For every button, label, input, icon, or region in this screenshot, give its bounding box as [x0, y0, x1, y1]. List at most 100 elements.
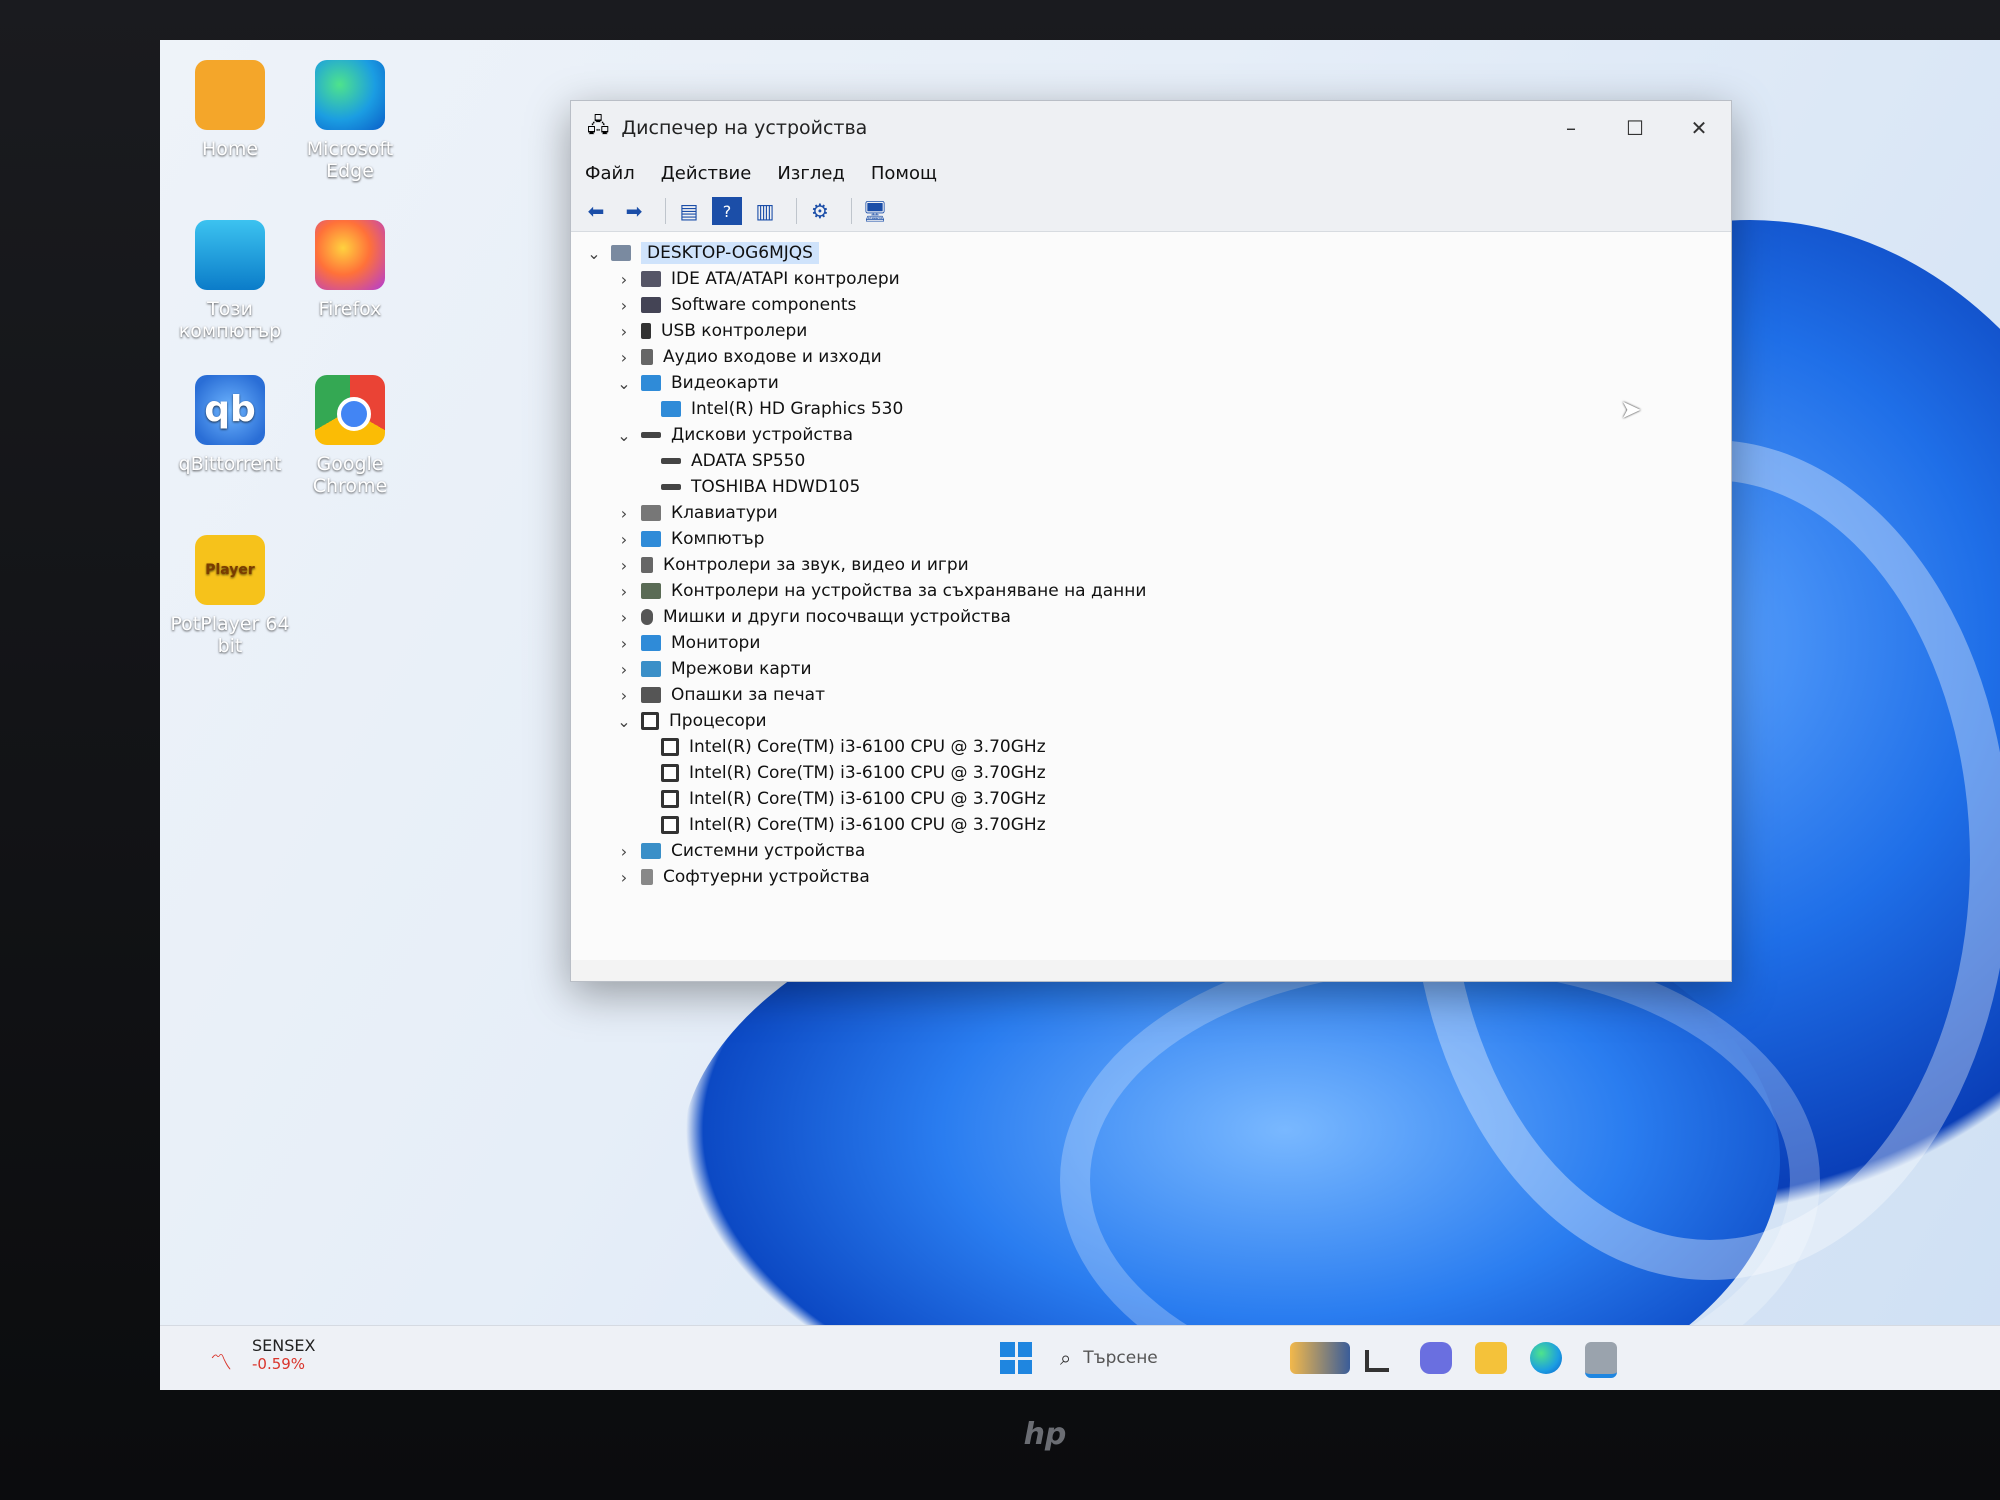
processor-icon	[661, 738, 679, 756]
tree-node[interactable]: › IDE ATA/ATAPI контролери	[585, 266, 1731, 292]
edge-icon[interactable]	[1530, 1342, 1562, 1374]
weather-icon[interactable]	[1290, 1342, 1350, 1374]
windows-logo-icon	[1000, 1359, 1015, 1374]
chevron-right-icon[interactable]: ›	[615, 608, 633, 627]
chevron-right-icon[interactable]: ›	[615, 582, 633, 601]
file-explorer-icon[interactable]	[1475, 1342, 1507, 1374]
task-view-icon[interactable]	[1365, 1350, 1389, 1372]
window-titlebar[interactable]: 🖧 Диспечер на устройства – ☐ ✕	[571, 101, 1731, 155]
forward-icon[interactable]: ➡	[619, 197, 649, 225]
tree-node-expanded[interactable]: ⌄ Дискови устройства	[585, 422, 1731, 448]
tree-node-expanded[interactable]: ⌄ Процесори	[585, 708, 1731, 734]
chevron-down-icon[interactable]: ⌄	[615, 374, 633, 393]
tree-node[interactable]: › Аудио входове и изходи	[585, 344, 1731, 370]
tree-node-label: Software components	[671, 295, 857, 315]
tree-node[interactable]: › Монитори	[585, 630, 1731, 656]
tree-node[interactable]: › Мрежови карти	[585, 656, 1731, 682]
mouse-icon	[641, 609, 653, 625]
chevron-down-icon[interactable]: ⌄	[615, 712, 633, 731]
tree-node[interactable]: › Софтуерни устройства	[585, 864, 1731, 890]
tree-node-label: Компютър	[671, 529, 765, 549]
maximize-button[interactable]: ☐	[1603, 101, 1667, 155]
back-icon[interactable]: ⬅	[581, 197, 611, 225]
menu-view[interactable]: Изглед	[777, 163, 845, 184]
scan-icon[interactable]: ⚙	[805, 197, 835, 225]
tree-leaf-label: Intel(R) Core(TM) i3-6100 CPU @ 3.70GHz	[689, 815, 1046, 835]
tree-node[interactable]: › Опашки за печат	[585, 682, 1731, 708]
chevron-right-icon[interactable]: ›	[615, 842, 633, 861]
tree-node[interactable]: › Компютър	[585, 526, 1731, 552]
chevron-down-icon[interactable]: ⌄	[585, 244, 603, 263]
computer-icon	[611, 245, 631, 261]
desktop-icon-potplayer[interactable]: Player PotPlayer 64 bit	[170, 535, 290, 657]
tree-leaf[interactable]: Intel(R) HD Graphics 530	[585, 396, 1731, 422]
desktop-icon-home[interactable]: Home	[170, 60, 290, 160]
minimize-button[interactable]: –	[1539, 101, 1603, 155]
desktop-icon-label: Firefox	[318, 298, 382, 320]
desktop-icon-this-pc[interactable]: Този компютър	[170, 220, 290, 342]
chevron-right-icon[interactable]: ›	[615, 322, 633, 341]
storage-controller-icon	[641, 583, 661, 599]
help-icon[interactable]: ?	[712, 197, 742, 225]
desktop-icon-label: Този компютър	[178, 298, 282, 342]
chevron-right-icon[interactable]: ›	[615, 868, 633, 887]
tree-leaf[interactable]: Intel(R) Core(TM) i3-6100 CPU @ 3.70GHz	[585, 812, 1731, 838]
device-manager-window: 🖧 Диспечер на устройства – ☐ ✕ Файл Дейс…	[570, 100, 1732, 982]
chat-icon[interactable]	[1420, 1342, 1452, 1374]
tree-node[interactable]: › Software components	[585, 292, 1731, 318]
taskbar-search[interactable]: ⌕ Търсене	[1060, 1338, 1280, 1378]
chevron-right-icon[interactable]: ›	[615, 348, 633, 367]
processor-icon	[641, 712, 659, 730]
close-icon: ✕	[1690, 116, 1708, 140]
tree-leaf[interactable]: TOSHIBA HDWD105	[585, 474, 1731, 500]
start-button[interactable]	[1000, 1342, 1032, 1374]
tree-leaf[interactable]: Intel(R) Core(TM) i3-6100 CPU @ 3.70GHz	[585, 786, 1731, 812]
device-manager-icon: 🖧	[587, 113, 610, 137]
desktop-icon-label: qBittorrent	[178, 453, 282, 475]
tree-node-expanded[interactable]: ⌄ Видеокарти	[585, 370, 1731, 396]
taskbar: 〽 SENSEX -0.59% ⌕ Търсене	[160, 1325, 2000, 1390]
tree-node-label: Мрежови карти	[671, 659, 812, 679]
chevron-right-icon[interactable]: ›	[615, 296, 633, 315]
tree-node[interactable]: › USB контролери	[585, 318, 1731, 344]
tree-node[interactable]: › Системни устройства	[585, 838, 1731, 864]
menu-help[interactable]: Помощ	[871, 163, 937, 184]
desktop-screen: Home Microsoft Edge Този компютър Firefo…	[160, 40, 2000, 1390]
monitor-icon[interactable]: 🖥	[860, 197, 890, 225]
chevron-right-icon[interactable]: ›	[615, 660, 633, 679]
desktop-icon-firefox[interactable]: Firefox	[290, 220, 410, 320]
maximize-icon: ☐	[1626, 116, 1644, 140]
view-icon[interactable]: ▥	[750, 197, 780, 225]
desktop-icon-qbittorrent[interactable]: qb qBittorrent	[170, 375, 290, 475]
tree-node-label: Опашки за печат	[671, 685, 825, 705]
properties-icon[interactable]: ▤	[674, 197, 704, 225]
tree-node[interactable]: › Контролери на устройства за съхраняване…	[585, 578, 1731, 604]
firefox-icon	[315, 220, 385, 290]
menu-file[interactable]: Файл	[585, 163, 635, 184]
tree-node-label: Контролери на устройства за съхраняване …	[671, 581, 1147, 601]
chevron-right-icon[interactable]: ›	[615, 270, 633, 289]
chevron-right-icon[interactable]: ›	[615, 530, 633, 549]
desktop-icon-label: Google Chrome	[312, 453, 388, 497]
chevron-right-icon[interactable]: ›	[615, 686, 633, 705]
tree-node[interactable]: › Клавиатури	[585, 500, 1731, 526]
close-button[interactable]: ✕	[1667, 101, 1731, 155]
tree-node[interactable]: › Контролери за звук, видео и игри	[585, 552, 1731, 578]
menu-action[interactable]: Действие	[661, 163, 752, 184]
desktop-icon-chrome[interactable]: Google Chrome	[290, 375, 410, 497]
stock-ticker-widget[interactable]: 〽 SENSEX -0.59%	[210, 1336, 315, 1376]
desktop-icon-label: Home	[201, 138, 259, 160]
device-manager-icon[interactable]	[1585, 1342, 1617, 1378]
tree-leaf[interactable]: ADATA SP550	[585, 448, 1731, 474]
chevron-right-icon[interactable]: ›	[615, 556, 633, 575]
desktop-icon-edge[interactable]: Microsoft Edge	[290, 60, 410, 182]
chevron-right-icon[interactable]: ›	[615, 504, 633, 523]
tree-node[interactable]: › Мишки и други посочващи устройства	[585, 604, 1731, 630]
toolbar: ⬅ ➡ ▤ ? ▥ ⚙ 🖥	[571, 191, 1731, 232]
tree-leaf[interactable]: Intel(R) Core(TM) i3-6100 CPU @ 3.70GHz	[585, 760, 1731, 786]
menu-bar: Файл Действие Изглед Помощ	[571, 155, 1731, 191]
tree-leaf[interactable]: Intel(R) Core(TM) i3-6100 CPU @ 3.70GHz	[585, 734, 1731, 760]
chevron-right-icon[interactable]: ›	[615, 634, 633, 653]
tree-root[interactable]: ⌄ DESKTOP-OG6MJQS	[585, 240, 1731, 266]
chevron-down-icon[interactable]: ⌄	[615, 426, 633, 445]
